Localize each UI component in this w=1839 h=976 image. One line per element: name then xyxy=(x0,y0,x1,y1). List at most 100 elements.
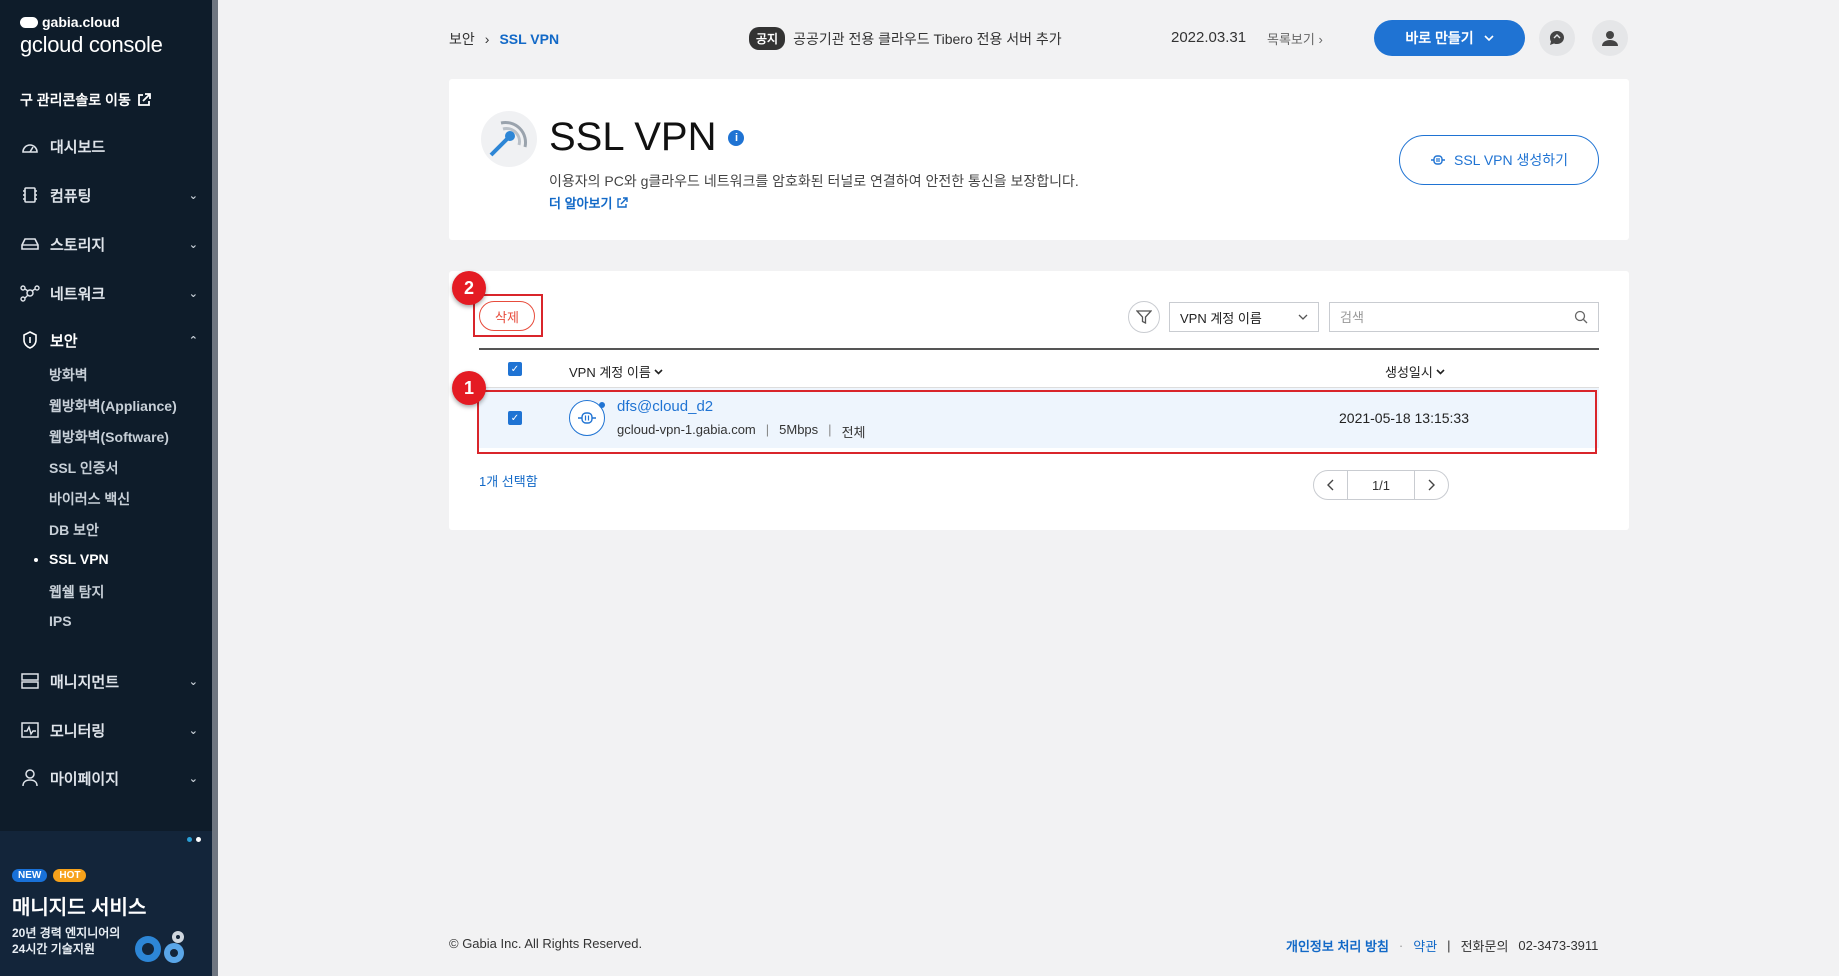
cpu-chip-icon xyxy=(20,186,40,204)
footer-dot: · xyxy=(1398,938,1404,953)
search-field-select[interactable]: VPN 계정 이름 xyxy=(1169,302,1319,332)
filter-button[interactable] xyxy=(1128,301,1160,333)
sidebar-item-management[interactable]: 매니지먼트 ⌄ xyxy=(20,669,198,693)
table-header: ✓ VPN 계정 이름 생성일시 xyxy=(479,348,1599,388)
promo-desc: 20년 경력 엔지니어의 24시간 기술지원 xyxy=(12,925,120,957)
learn-more-label: 더 알아보기 xyxy=(549,196,613,211)
notice-text[interactable]: 공공기관 전용 클라우드 Tibero 전용 서버 추가 xyxy=(793,29,1062,49)
footer-separator: | xyxy=(1447,938,1451,953)
server-rack-icon xyxy=(20,672,40,690)
annotation-box-delete xyxy=(473,294,543,337)
sidebar-subitem-ssl-certificate[interactable]: SSL 인증서 xyxy=(49,458,119,478)
privacy-policy-link[interactable]: 개인정보 처리 방침 xyxy=(1286,936,1389,955)
search-field-selected: VPN 계정 이름 xyxy=(1180,310,1262,326)
user-icon xyxy=(20,769,40,787)
promo-banner[interactable]: NEW HOT 매니지드 서비스 20년 경력 엔지니어의 24시간 기술지원 xyxy=(0,831,218,976)
search-input[interactable] xyxy=(1340,309,1574,325)
breadcrumb-separator: › xyxy=(484,31,490,47)
sidebar-item-storage[interactable]: 스토리지 ⌄ xyxy=(20,232,198,256)
sidebar-subitem-db-security[interactable]: DB 보안 xyxy=(49,520,99,540)
pagination: 1/1 xyxy=(1313,470,1449,500)
service-description: 이용자의 PC와 g클라우드 네트워크를 암호화된 터널로 연결하여 안전한 통… xyxy=(549,173,1079,189)
sidebar-subitem-firewall[interactable]: 방화벽 xyxy=(49,365,88,385)
vpn-plug-icon xyxy=(1430,155,1445,165)
account-button[interactable] xyxy=(1592,20,1628,56)
chat-bubble-icon xyxy=(1550,31,1564,45)
sidebar-item-label: 보안 xyxy=(50,332,78,350)
notice-tag: 공지 xyxy=(749,27,786,50)
column-created-at[interactable]: 생성일시 xyxy=(1385,362,1445,381)
sidebar-subitem-antivirus[interactable]: 바이러스 백신 xyxy=(49,489,130,509)
sidebar-item-label: 모니터링 xyxy=(50,722,106,740)
column-vpn-name[interactable]: VPN 계정 이름 xyxy=(569,362,663,381)
monitor-pulse-icon xyxy=(20,721,40,739)
sidebar-item-dashboard[interactable]: 대시보드 xyxy=(20,134,198,158)
prev-page-button[interactable] xyxy=(1314,470,1348,500)
chevron-down-icon: ⌄ xyxy=(188,238,198,251)
cloud-logo-icon xyxy=(20,16,38,28)
page-title: SSL VPN i xyxy=(549,115,745,160)
sidebar-subitem-waf-software[interactable]: 웹방화벽(Software) xyxy=(49,427,169,447)
sidebar: gabia.cloud gcloud console 구 관리콘솔로 이동 대시… xyxy=(0,0,218,976)
sidebar-item-monitoring[interactable]: 모니터링 ⌄ xyxy=(20,718,198,742)
shield-icon xyxy=(20,331,40,349)
legacy-console-link[interactable]: 구 관리콘솔로 이동 xyxy=(20,90,151,110)
sort-chevron-icon xyxy=(1436,368,1445,375)
chevron-up-icon: ⌃ xyxy=(188,334,198,347)
annotation-marker-2: 2 xyxy=(452,271,486,305)
sidebar-subitem-webshell[interactable]: 웹쉘 탐지 xyxy=(49,582,104,602)
notice-list-link[interactable]: 목록보기 › xyxy=(1267,29,1323,48)
sidebar-item-mypage[interactable]: 마이페이지 ⌄ xyxy=(20,766,198,790)
external-link-icon xyxy=(617,196,629,208)
dashboard-gauge-icon xyxy=(20,137,40,155)
breadcrumb-root[interactable]: 보안 xyxy=(449,29,475,49)
new-badge: NEW xyxy=(12,869,48,882)
external-link-icon xyxy=(137,93,151,106)
chevron-left-icon xyxy=(1327,479,1334,491)
sidebar-subitem-ssl-vpn[interactable]: SSL VPN xyxy=(34,551,109,567)
chevron-down-icon: ⌄ xyxy=(188,724,198,737)
chevron-down-icon xyxy=(1484,35,1494,41)
info-icon[interactable]: i xyxy=(728,129,745,146)
create-ssl-vpn-button[interactable]: SSL VPN 생성하기 xyxy=(1399,135,1599,185)
chevron-right-icon xyxy=(1428,479,1435,491)
selected-count: 1개 선택함 xyxy=(479,474,538,489)
brand-logo[interactable]: gabia.cloud gcloud console xyxy=(20,14,163,58)
sidebar-scrollbar[interactable] xyxy=(212,0,218,976)
terms-link[interactable]: 약관 xyxy=(1413,936,1437,955)
phone-label: 전화문의 xyxy=(1460,939,1509,954)
breadcrumb-current: SSL VPN xyxy=(499,31,560,47)
chevron-down-icon: ⌄ xyxy=(188,189,198,202)
sidebar-item-label: 마이페이지 xyxy=(50,770,120,788)
footer-links: 개인정보 처리 방침 · 약관 | 전화문의 02-3473-3911 xyxy=(1286,936,1598,955)
sidebar-item-label: 대시보드 xyxy=(50,138,106,156)
search-icon[interactable] xyxy=(1574,310,1588,324)
sidebar-item-label: 스토리지 xyxy=(50,236,106,254)
annotation-box-row xyxy=(477,390,1597,454)
sidebar-subitem-waf-appliance[interactable]: 웹방화벽(Appliance) xyxy=(49,396,177,416)
quick-create-button[interactable]: 바로 만들기 xyxy=(1374,20,1525,56)
sidebar-item-network[interactable]: 네트워크 ⌄ xyxy=(20,281,198,305)
learn-more-link[interactable]: 더 알아보기 xyxy=(549,193,629,212)
chat-button[interactable] xyxy=(1539,20,1575,56)
column-created-at-label: 생성일시 xyxy=(1385,365,1433,380)
page-indicator: 1/1 xyxy=(1371,477,1391,493)
promo-desc-line: 20년 경력 엔지니어의 xyxy=(12,926,121,940)
chevron-down-icon: ⌄ xyxy=(188,772,198,785)
notice-bar[interactable]: 공지 공공기관 전용 클라우드 Tibero 전용 서버 추가 xyxy=(749,27,1062,50)
select-all-checkbox[interactable]: ✓ xyxy=(508,362,522,376)
notice-list-label: 목록보기 xyxy=(1267,32,1315,47)
carousel-dots[interactable] xyxy=(187,837,201,842)
sidebar-item-computing[interactable]: 컴퓨팅 ⌄ xyxy=(20,183,198,207)
sidebar-item-security[interactable]: 보안 ⌃ xyxy=(20,328,198,352)
sidebar-subitem-ips[interactable]: IPS xyxy=(49,613,72,629)
brand-top-text: gabia.cloud xyxy=(42,14,120,30)
network-nodes-icon xyxy=(20,284,40,302)
quick-create-label: 바로 만들기 xyxy=(1405,30,1474,46)
phone-number: 02-3473-3911 xyxy=(1518,938,1599,953)
next-page-button[interactable] xyxy=(1413,470,1448,500)
chevron-down-icon xyxy=(1298,314,1308,320)
gears-icon xyxy=(135,931,184,963)
copyright: © Gabia Inc. All Rights Reserved. xyxy=(449,936,643,951)
legacy-console-label: 구 관리콘솔로 이동 xyxy=(20,92,131,108)
